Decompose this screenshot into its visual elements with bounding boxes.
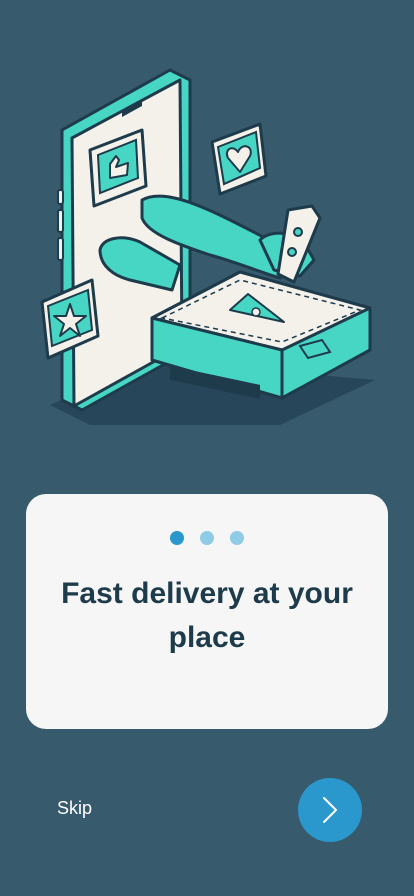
next-button[interactable] (298, 778, 362, 842)
chevron-right-icon (323, 797, 337, 823)
pagination-dot-1[interactable] (170, 531, 184, 545)
pagination-dots (26, 531, 388, 545)
phone-pizza-delivery-illustration (40, 68, 375, 425)
onboarding-headline: Fast delivery at your place (61, 577, 353, 654)
heart-bubble (210, 122, 268, 196)
skip-button[interactable]: Skip (57, 798, 92, 819)
pagination-dot-2[interactable] (200, 531, 214, 545)
onboarding-card: Fast delivery at your place (26, 494, 388, 729)
pagination-dot-3[interactable] (230, 531, 244, 545)
